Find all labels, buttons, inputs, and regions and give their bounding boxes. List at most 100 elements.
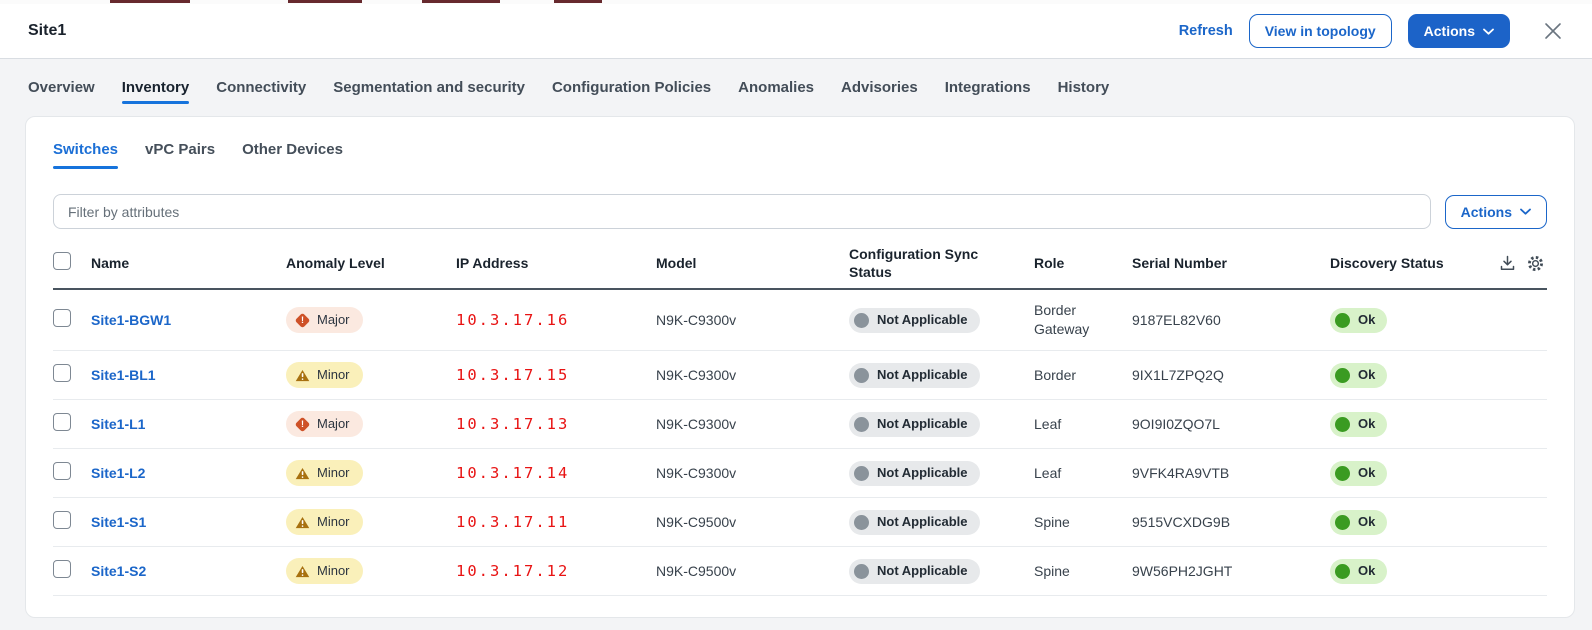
- status-dot-icon: [1335, 564, 1350, 579]
- column-header-serial-number[interactable]: Serial Number: [1132, 254, 1330, 272]
- config-sync-badge: Not Applicable: [849, 510, 980, 535]
- discovery-status-label: Ok: [1358, 562, 1375, 580]
- discovery-status-badge: Ok: [1330, 363, 1387, 388]
- config-sync-label: Not Applicable: [877, 311, 968, 329]
- refresh-button[interactable]: Refresh: [1179, 23, 1233, 39]
- column-header-role[interactable]: Role: [1034, 254, 1132, 272]
- ip-address: 10.3.17.12: [456, 561, 656, 582]
- table-toolbar: Actions: [53, 194, 1547, 229]
- column-header-name[interactable]: Name: [91, 254, 286, 272]
- ip-address: 10.3.17.11: [456, 512, 656, 533]
- tab-label: History: [1058, 79, 1110, 96]
- tab-inventory[interactable]: Inventory: [122, 79, 190, 108]
- role: Leaf: [1034, 415, 1132, 434]
- model: N9K-C9500v: [656, 562, 849, 581]
- discovery-status-label: Ok: [1358, 366, 1375, 384]
- anomaly-badge: Minor: [286, 558, 363, 584]
- tab-label: Integrations: [945, 79, 1031, 96]
- column-header-ip-address[interactable]: IP Address: [456, 254, 656, 272]
- subtab-vpc-pairs[interactable]: vPC Pairs: [145, 141, 215, 169]
- filter-input[interactable]: [53, 194, 1431, 229]
- model: N9K-C9300v: [656, 464, 849, 483]
- device-name-link[interactable]: Site1-BGW1: [91, 312, 171, 328]
- header-actions: Refresh View in topology Actions: [1179, 14, 1566, 48]
- page-title: Site1: [28, 22, 66, 40]
- modal-body: Overview Inventory Connectivity Segmentatio…: [0, 59, 1592, 630]
- tab-label: Advisories: [841, 79, 918, 96]
- tab-bar: Overview Inventory Connectivity Segmentatio…: [28, 79, 1575, 108]
- discovery-status-badge: Ok: [1330, 510, 1387, 535]
- device-name-link[interactable]: Site1-L2: [91, 465, 145, 481]
- row-checkbox[interactable]: [53, 364, 71, 382]
- config-sync-badge: Not Applicable: [849, 461, 980, 486]
- discovery-status-badge: Ok: [1330, 559, 1387, 584]
- serial-number: 9W56PH2JGHT: [1132, 562, 1330, 581]
- column-header-anomaly-level[interactable]: Anomaly Level: [286, 254, 456, 272]
- device-name-link[interactable]: Site1-BL1: [91, 367, 156, 383]
- status-dot-icon: [854, 564, 869, 579]
- tab-overview[interactable]: Overview: [28, 79, 95, 108]
- model: N9K-C9300v: [656, 366, 849, 385]
- ip-address: 10.3.17.15: [456, 365, 656, 386]
- anomaly-badge: Minor: [286, 509, 363, 535]
- row-checkbox[interactable]: [53, 309, 71, 327]
- tab-advisories[interactable]: Advisories: [841, 79, 918, 108]
- inventory-card: Switches vPC Pairs Other Devices Actions N…: [25, 116, 1575, 618]
- tab-configuration-policies[interactable]: Configuration Policies: [552, 79, 711, 108]
- close-icon[interactable]: [1540, 18, 1566, 44]
- major-diamond-icon: [295, 416, 311, 432]
- table-row: Site1-S1 Minor 10.3.17.11 N9K-C9500v Not…: [53, 498, 1547, 547]
- column-header-discovery-status[interactable]: Discovery Status: [1330, 254, 1471, 272]
- anomaly-label: Major: [317, 415, 350, 433]
- column-header-config-sync-status[interactable]: Configuration Sync Status: [849, 245, 1034, 281]
- row-checkbox[interactable]: [53, 511, 71, 529]
- top-edge-artifact: [0, 0, 1592, 4]
- subtab-label: Switches: [53, 141, 118, 158]
- table-actions-button[interactable]: Actions: [1445, 195, 1547, 229]
- tab-label: Overview: [28, 79, 95, 96]
- column-header-model[interactable]: Model: [656, 254, 849, 272]
- config-sync-label: Not Applicable: [877, 513, 968, 531]
- view-in-topology-label: View in topology: [1265, 23, 1376, 39]
- tab-label: Connectivity: [216, 79, 306, 96]
- table-row: Site1-S2 Minor 10.3.17.12 N9K-C9500v Not…: [53, 547, 1547, 596]
- anomaly-label: Minor: [317, 464, 350, 482]
- row-checkbox[interactable]: [53, 560, 71, 578]
- warning-triangle-icon: [295, 516, 310, 529]
- tab-integrations[interactable]: Integrations: [945, 79, 1031, 108]
- tab-label: Configuration Policies: [552, 79, 711, 96]
- discovery-status-label: Ok: [1358, 311, 1375, 329]
- tab-connectivity[interactable]: Connectivity: [216, 79, 306, 108]
- tab-segmentation-and-security[interactable]: Segmentation and security: [333, 79, 525, 108]
- status-dot-icon: [1335, 466, 1350, 481]
- tab-anomalies[interactable]: Anomalies: [738, 79, 814, 108]
- anomaly-badge: Major: [286, 411, 363, 437]
- subtab-switches[interactable]: Switches: [53, 141, 118, 169]
- model: N9K-C9300v: [656, 311, 849, 330]
- status-dot-icon: [1335, 313, 1350, 328]
- model: N9K-C9500v: [656, 513, 849, 532]
- warning-triangle-icon: [295, 565, 310, 578]
- row-checkbox[interactable]: [53, 413, 71, 431]
- gear-icon[interactable]: [1526, 254, 1545, 273]
- select-all-checkbox[interactable]: [53, 252, 71, 270]
- anomaly-label: Minor: [317, 562, 350, 580]
- model: N9K-C9300v: [656, 415, 849, 434]
- tab-history[interactable]: History: [1058, 79, 1110, 108]
- switches-table: Name Anomaly Level IP Address Model Conf…: [53, 238, 1547, 596]
- actions-label: Actions: [1424, 23, 1475, 39]
- config-sync-badge: Not Applicable: [849, 363, 980, 388]
- header-actions-button[interactable]: Actions: [1408, 14, 1510, 48]
- download-icon[interactable]: [1498, 254, 1517, 273]
- discovery-status-label: Ok: [1358, 464, 1375, 482]
- device-name-link[interactable]: Site1-L1: [91, 416, 145, 432]
- modal-header: Site1 Refresh View in topology Actions: [0, 4, 1592, 59]
- row-checkbox[interactable]: [53, 462, 71, 480]
- role: Spine: [1034, 513, 1132, 532]
- status-dot-icon: [854, 515, 869, 530]
- device-name-link[interactable]: Site1-S1: [91, 514, 146, 530]
- view-in-topology-button[interactable]: View in topology: [1249, 14, 1392, 48]
- table-row: Site1-L2 Minor 10.3.17.14 N9K-C9300v Not…: [53, 449, 1547, 498]
- subtab-other-devices[interactable]: Other Devices: [242, 141, 343, 169]
- device-name-link[interactable]: Site1-S2: [91, 563, 146, 579]
